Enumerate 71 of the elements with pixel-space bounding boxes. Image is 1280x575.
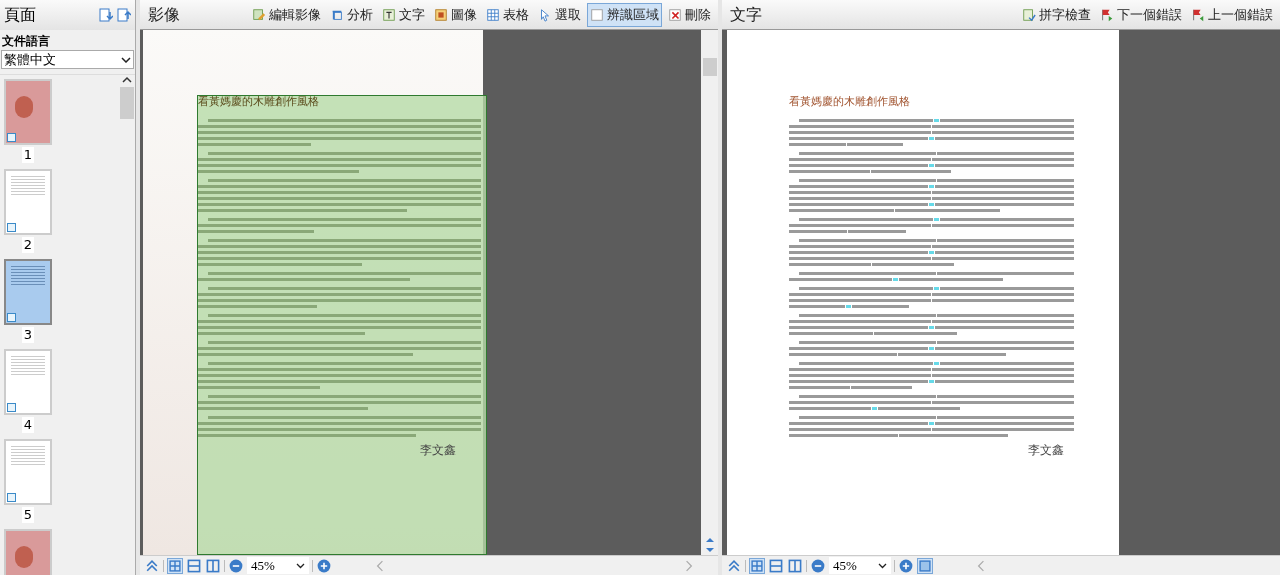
grid-view-icon[interactable]: [167, 557, 183, 574]
page-thumbnail[interactable]: [4, 349, 52, 415]
document-icon: [7, 403, 16, 412]
toolbar-button[interactable]: 選取: [535, 2, 584, 27]
language-label: 文件語言: [1, 33, 51, 50]
scroll-thumb[interactable]: [120, 87, 134, 119]
toolbar-button[interactable]: 拼字檢查: [1019, 2, 1094, 27]
pane-title: 影像: [148, 3, 180, 26]
page-number: 5: [21, 507, 35, 523]
person-silhouette: [15, 546, 33, 568]
split-vertical-icon[interactable]: [787, 557, 803, 574]
zoom-dropdown[interactable]: 45%: [829, 557, 891, 574]
sidebar-title: 頁面: [4, 4, 36, 26]
toolbar-button[interactable]: 刪除: [665, 2, 714, 27]
toolbar-button[interactable]: 辨識區域: [587, 2, 662, 27]
delete-icon: [668, 7, 682, 22]
picture-icon: [434, 7, 448, 22]
document-icon: [7, 313, 16, 322]
document-title: 看黃媽慶的木雕創作風格: [789, 94, 911, 110]
language-dropdown[interactable]: 繁體中文: [1, 50, 134, 69]
scroll-left-icon[interactable]: [976, 559, 986, 572]
scroll-up-icon[interactable]: [122, 75, 132, 85]
zoom-in-icon[interactable]: [898, 557, 914, 574]
chevron-down-icon: [296, 562, 305, 569]
scroll-left-icon[interactable]: [375, 559, 385, 572]
zoom-in-icon[interactable]: [316, 557, 332, 574]
document-icon: [7, 133, 16, 142]
flag-icon: [1100, 7, 1114, 22]
scroll-thumb[interactable]: [702, 58, 717, 76]
pane-title: 文字: [730, 3, 762, 26]
signature: 李文鑫: [419, 441, 457, 459]
toolbar-button[interactable]: 文字: [379, 2, 428, 27]
zoom-out-icon[interactable]: [810, 557, 826, 574]
scroll-right-icon[interactable]: [684, 559, 694, 572]
toolbar-button[interactable]: 圖像: [431, 2, 480, 27]
page-thumbnail[interactable]: [4, 259, 52, 325]
toolbar-button[interactable]: 下一個錯誤: [1097, 2, 1185, 27]
page-number: 1: [21, 147, 35, 163]
signature: 李文鑫: [1027, 441, 1065, 459]
page-number: 3: [21, 327, 35, 343]
zoom-out-icon[interactable]: [228, 557, 244, 574]
page-thumbnail[interactable]: [4, 79, 52, 145]
page-thumbnail[interactable]: [4, 439, 52, 505]
document-title: 看黃媽慶的木雕創作風格: [198, 94, 320, 110]
image-edit-icon: [252, 7, 266, 22]
toolbar-button[interactable]: 編輯影像: [249, 2, 324, 27]
image-view-icon[interactable]: [917, 557, 933, 574]
table-icon: [486, 7, 500, 22]
chevron-down-icon: [121, 56, 131, 63]
split-horizontal-icon[interactable]: [186, 557, 202, 574]
document-icon: [7, 223, 16, 232]
flag-icon: [1191, 7, 1205, 22]
spell-check-icon: [1022, 7, 1036, 22]
toolbar-button[interactable]: 分析: [327, 2, 376, 27]
toolbar-button[interactable]: 表格: [483, 2, 532, 27]
cursor-icon: [538, 7, 552, 22]
area-icon: [590, 7, 604, 22]
grid-view-icon[interactable]: [749, 557, 765, 574]
split-horizontal-icon[interactable]: [768, 557, 784, 574]
page-up-icon[interactable]: [117, 8, 131, 22]
page-number: 4: [21, 417, 35, 433]
text-area-icon: [382, 7, 396, 22]
document-icon: [7, 493, 16, 502]
page-thumbnail[interactable]: [4, 169, 52, 235]
zoom-dropdown[interactable]: 45%: [247, 557, 309, 574]
chevron-down-icon: [878, 562, 887, 569]
toolbar-button[interactable]: 上一個錯誤: [1188, 2, 1276, 27]
person-silhouette: [15, 96, 33, 118]
page-down-icon[interactable]: [99, 8, 113, 22]
page-number: 2: [21, 237, 35, 253]
split-vertical-icon[interactable]: [205, 557, 221, 574]
